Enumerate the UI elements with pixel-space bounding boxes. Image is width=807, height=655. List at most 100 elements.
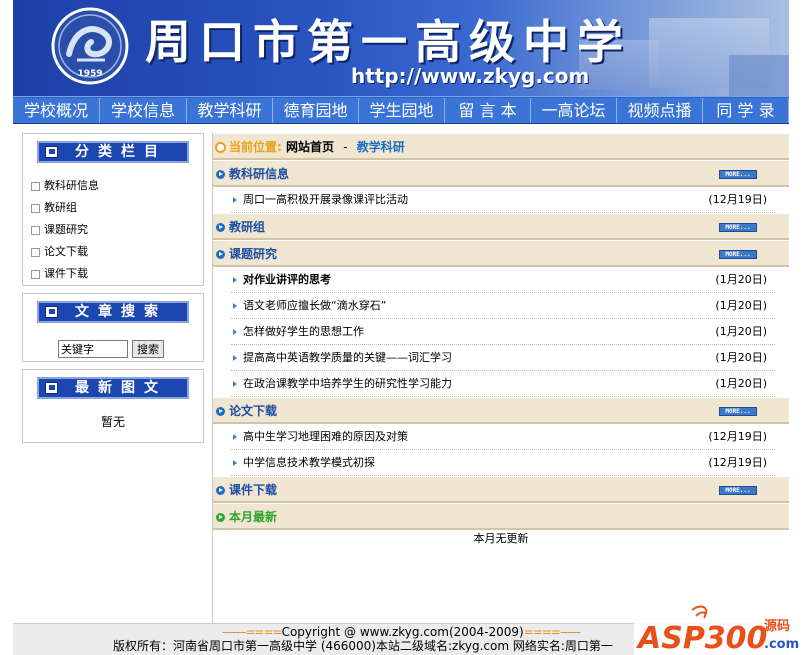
school-logo: 1959 <box>51 7 129 85</box>
item-title[interactable]: 在政治课教学中培养学生的研究性学习能力 <box>243 377 452 390</box>
category-item-courseware-download[interactable]: 课件下载 <box>31 263 203 285</box>
no-update-text: 本月无更新 <box>473 532 529 545</box>
item-title[interactable]: 中学信息技术教学模式初探 <box>243 456 375 469</box>
section-title: 本月最新 <box>229 510 278 524</box>
nav-item-moral-education[interactable]: 德育园地 <box>273 98 359 123</box>
more-button[interactable]: MORE... <box>719 170 757 179</box>
latest-images-empty: 暂无 <box>100 415 125 429</box>
category-item-paper-download[interactable]: 论文下载 <box>31 241 203 263</box>
item-date: (1月20日) <box>715 377 767 390</box>
more-button[interactable]: MORE... <box>719 486 757 495</box>
item-title[interactable]: 对作业讲评的思考 <box>243 273 331 286</box>
category-box-title: 分类栏目 <box>37 141 189 163</box>
category-title-text: 分类栏目 <box>75 144 167 160</box>
breadcrumb-current: 教学科研 <box>356 140 405 154</box>
nav-item-teaching-research[interactable]: 教学科研 <box>187 98 273 123</box>
section-header-topic-research: 课题研究 MORE... <box>213 240 789 267</box>
arrow-circle-icon <box>216 407 225 416</box>
section-header-this-month: 本月最新 <box>213 503 789 530</box>
breadcrumb-separator: - <box>343 140 348 154</box>
nav-item-forum[interactable]: 一高论坛 <box>531 98 617 123</box>
item-date: (12月19日) <box>708 456 767 469</box>
section-list-research-info: 周口一高积极开展录像课评比活动 (12月19日) <box>213 187 789 213</box>
category-item-teaching-group[interactable]: 教研组 <box>31 197 203 219</box>
item-title[interactable]: 高中生学习地理困难的原因及对策 <box>243 430 408 443</box>
arrow-circle-icon <box>216 513 225 522</box>
item-title[interactable]: 语文老师应擅长做“滴水穿石” <box>243 299 386 312</box>
location-circle-icon <box>215 142 226 153</box>
section-header-teaching-group: 教研组 MORE... <box>213 213 789 240</box>
section-list-topic-research: 对作业讲评的思考 (1月20日) 语文老师应擅长做“滴水穿石” (1月20日) 怎样… <box>213 267 789 397</box>
list-item[interactable]: 语文老师应擅长做“滴水穿石” (1月20日) <box>231 293 775 319</box>
search-button[interactable]: 搜索 <box>132 340 164 358</box>
arrow-circle-icon <box>216 223 225 232</box>
more-button[interactable]: MORE... <box>719 407 757 416</box>
list-item[interactable]: 高中生学习地理困难的原因及对策 (12月19日) <box>231 424 775 450</box>
item-date: (1月20日) <box>715 351 767 364</box>
footer-copyright: Copyright @ www.zkyg.com(2004-2009) <box>281 625 524 639</box>
nav-item-student-garden[interactable]: 学生园地 <box>359 98 445 123</box>
latest-images-box: 最新图文 暂无 <box>22 369 204 443</box>
latest-images-title-text: 最新图文 <box>75 380 167 396</box>
section-list-paper-download: 高中生学习地理困难的原因及对策 (12月19日) 中学信息技术教学模式初探 (12月… <box>213 424 789 476</box>
square-bullet-icon <box>45 382 58 394</box>
nav-item-school-info[interactable]: 学校信息 <box>100 98 187 123</box>
latest-images-title: 最新图文 <box>37 377 189 399</box>
watermark-subtitle: 源码 <box>764 618 790 634</box>
header-banner: 1959 周口市第一高级中学 http://www.zkyg.com <box>13 0 789 96</box>
section-header-research-info: 教科研信息 MORE... <box>213 160 789 187</box>
arrow-circle-icon <box>216 486 225 495</box>
item-title[interactable]: 怎样做好学生的思想工作 <box>243 325 364 338</box>
section-title[interactable]: 课题研究 <box>229 247 277 261</box>
nav-item-alumni[interactable]: 同 学 录 <box>703 98 789 123</box>
search-title-text: 文章搜索 <box>75 304 167 320</box>
section-header-courseware-download: 课件下载 MORE... <box>213 476 789 503</box>
page: 1959 周口市第一高级中学 http://www.zkyg.com 学校概况 … <box>13 0 789 655</box>
item-title[interactable]: 提高高中英语教学质量的关键——词汇学习 <box>243 351 452 364</box>
list-item[interactable]: 对作业讲评的思考 (1月20日) <box>231 267 775 293</box>
more-button[interactable]: MORE... <box>719 223 757 232</box>
arrow-circle-icon <box>216 170 225 179</box>
search-input[interactable] <box>58 340 128 358</box>
main-content: 当前位置: 网站首页 - 教学科研 教科研信息 MORE... 周口一高积极开展… <box>213 133 789 550</box>
banner-building-decor <box>729 55 789 96</box>
main-nav: 学校概况 学校信息 教学科研 德育园地 学生园地 留 言 本 一高论坛 视频点播… <box>13 96 789 124</box>
category-item-topic-research[interactable]: 课题研究 <box>31 219 203 241</box>
nav-item-guestbook[interactable]: 留 言 本 <box>445 98 531 123</box>
square-bullet-icon <box>45 306 58 318</box>
item-date: (12月19日) <box>708 193 767 206</box>
location-label: 当前位置: <box>229 140 282 154</box>
section-title[interactable]: 课件下载 <box>229 483 277 497</box>
category-item-research-info[interactable]: 教科研信息 <box>31 175 203 197</box>
breadcrumb: 当前位置: 网站首页 - 教学科研 <box>213 133 789 160</box>
more-button[interactable]: MORE... <box>719 250 757 259</box>
item-date: (1月20日) <box>715 273 767 286</box>
list-item[interactable]: 提高高中英语教学质量的关键——词汇学习 (1月20日) <box>231 345 775 371</box>
item-date: (12月19日) <box>708 430 767 443</box>
list-item[interactable]: 在政治课教学中培养学生的研究性学习能力 (1月20日) <box>231 371 775 397</box>
arrow-circle-icon <box>216 250 225 259</box>
item-date: (1月20日) <box>715 325 767 338</box>
nav-item-video[interactable]: 视频点播 <box>617 98 703 123</box>
section-title[interactable]: 教研组 <box>229 220 265 234</box>
square-bullet-icon <box>45 146 58 158</box>
section-header-paper-download: 论文下载 MORE... <box>213 397 789 424</box>
list-item[interactable]: 中学信息技术教学模式初探 (12月19日) <box>231 450 775 476</box>
category-box: 分类栏目 教科研信息 教研组 课题研究 论文下载 课件下载 <box>22 133 204 286</box>
category-list: 教科研信息 教研组 课题研究 论文下载 课件下载 <box>31 175 203 285</box>
search-box-title: 文章搜索 <box>37 301 189 323</box>
item-title[interactable]: 周口一高积极开展录像课评比活动 <box>243 193 408 206</box>
list-item[interactable]: 周口一高积极开展录像课评比活动 (12月19日) <box>231 187 775 213</box>
site-url: http://www.zkyg.com <box>351 64 590 88</box>
watermark-text: ASP300 <box>636 621 767 655</box>
search-box: 文章搜索 搜索 <box>22 293 204 362</box>
item-date: (1月20日) <box>715 299 767 312</box>
list-item[interactable]: 怎样做好学生的思想工作 (1月20日) <box>231 319 775 345</box>
nav-item-about[interactable]: 学校概况 <box>13 98 100 123</box>
asp300-watermark-logo: ASP300 源码 .com <box>634 600 807 655</box>
section-title[interactable]: 论文下载 <box>229 404 277 418</box>
breadcrumb-home-link[interactable]: 网站首页 <box>286 140 334 154</box>
section-title[interactable]: 教科研信息 <box>229 167 289 181</box>
school-name: 周口市第一高级中学 <box>145 15 631 69</box>
footer-dashes-left: -------==== <box>222 625 283 639</box>
